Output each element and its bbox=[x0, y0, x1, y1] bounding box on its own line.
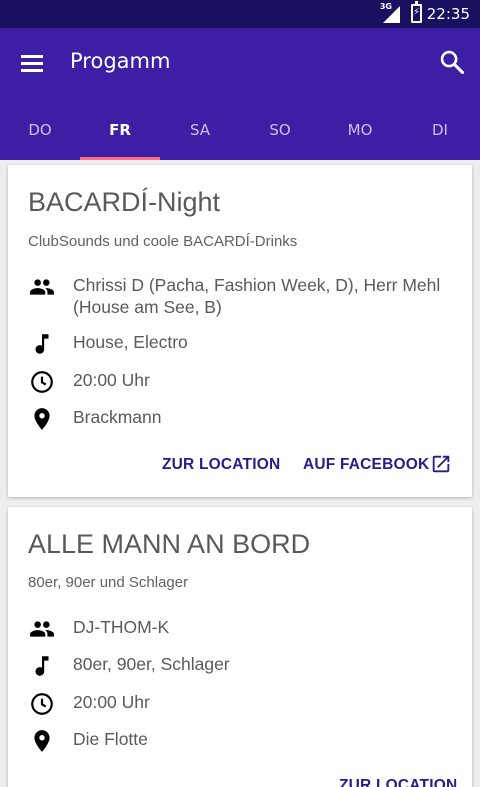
event-time: 20:00 Uhr bbox=[73, 692, 150, 712]
tab-di[interactable]: DI bbox=[400, 100, 480, 160]
battery-icon: ⚡ bbox=[411, 1, 422, 23]
time-row: 20:00 Uhr bbox=[28, 691, 458, 717]
clock-icon bbox=[31, 371, 53, 393]
zur-location-button[interactable]: ZUR LOCATION bbox=[339, 777, 457, 787]
signal-icon bbox=[383, 6, 400, 23]
search-icon[interactable] bbox=[438, 48, 466, 76]
event-location: Brackmann bbox=[73, 407, 162, 427]
tab-so[interactable]: SO bbox=[240, 100, 320, 160]
event-subtitle: 80er, 90er und Schlager bbox=[28, 574, 189, 591]
location-row: Brackmann bbox=[28, 406, 458, 432]
tab-mo[interactable]: MO bbox=[320, 100, 400, 160]
event-artists: Chrissi D (Pacha, Fashion Week, D), Herr… bbox=[73, 275, 441, 317]
clock-icon bbox=[31, 693, 53, 715]
tab-do[interactable]: DO bbox=[0, 100, 80, 160]
tab-sa[interactable]: SA bbox=[160, 100, 240, 160]
event-genre: 80er, 90er, Schlager bbox=[73, 654, 230, 674]
event-title: ALLE MANN AN BORD bbox=[28, 529, 311, 559]
event-title: BACARDÍ-Night bbox=[28, 187, 221, 217]
day-tabs: DO FR SA SO MO DI bbox=[0, 100, 480, 160]
music-note-icon bbox=[35, 656, 49, 676]
artists-row: Chrissi D (Pacha, Fashion Week, D), Herr… bbox=[28, 274, 458, 318]
time-row: 20:00 Uhr bbox=[28, 369, 458, 395]
event-subtitle: ClubSounds und coole BACARDÍ-Drinks bbox=[28, 233, 298, 250]
event-location: Die Flotte bbox=[73, 729, 148, 749]
page-title: Progamm bbox=[70, 49, 171, 73]
event-artists: DJ-THOM-K bbox=[73, 617, 170, 637]
genre-row: 80er, 90er, Schlager bbox=[28, 653, 458, 679]
music-note-icon bbox=[35, 334, 49, 354]
status-bar: 3G ⚡ 22:35 bbox=[0, 0, 480, 28]
people-icon bbox=[30, 621, 54, 637]
auf-facebook-button[interactable]: AUF FACEBOOK bbox=[303, 456, 429, 474]
genre-row: House, Electro bbox=[28, 331, 458, 357]
artists-row: DJ-THOM-K bbox=[28, 616, 458, 642]
app-bar: Progamm DO FR SA SO MO DI bbox=[0, 28, 480, 160]
location-row: Die Flotte bbox=[28, 728, 458, 754]
open-external-icon[interactable] bbox=[430, 453, 452, 475]
menu-icon[interactable] bbox=[18, 50, 46, 78]
event-card: ALLE MANN AN BORD 80er, 90er und Schlage… bbox=[8, 507, 472, 787]
status-time: 22:35 bbox=[426, 5, 470, 23]
zur-location-button[interactable]: ZUR LOCATION bbox=[162, 456, 280, 474]
location-pin-icon bbox=[34, 408, 50, 430]
people-icon bbox=[30, 279, 54, 295]
event-card: BACARDÍ-Night ClubSounds und coole BACAR… bbox=[8, 165, 472, 497]
event-time: 20:00 Uhr bbox=[73, 370, 150, 390]
location-pin-icon bbox=[34, 730, 50, 752]
tab-fr[interactable]: FR bbox=[80, 100, 160, 160]
event-genre: House, Electro bbox=[73, 332, 188, 352]
